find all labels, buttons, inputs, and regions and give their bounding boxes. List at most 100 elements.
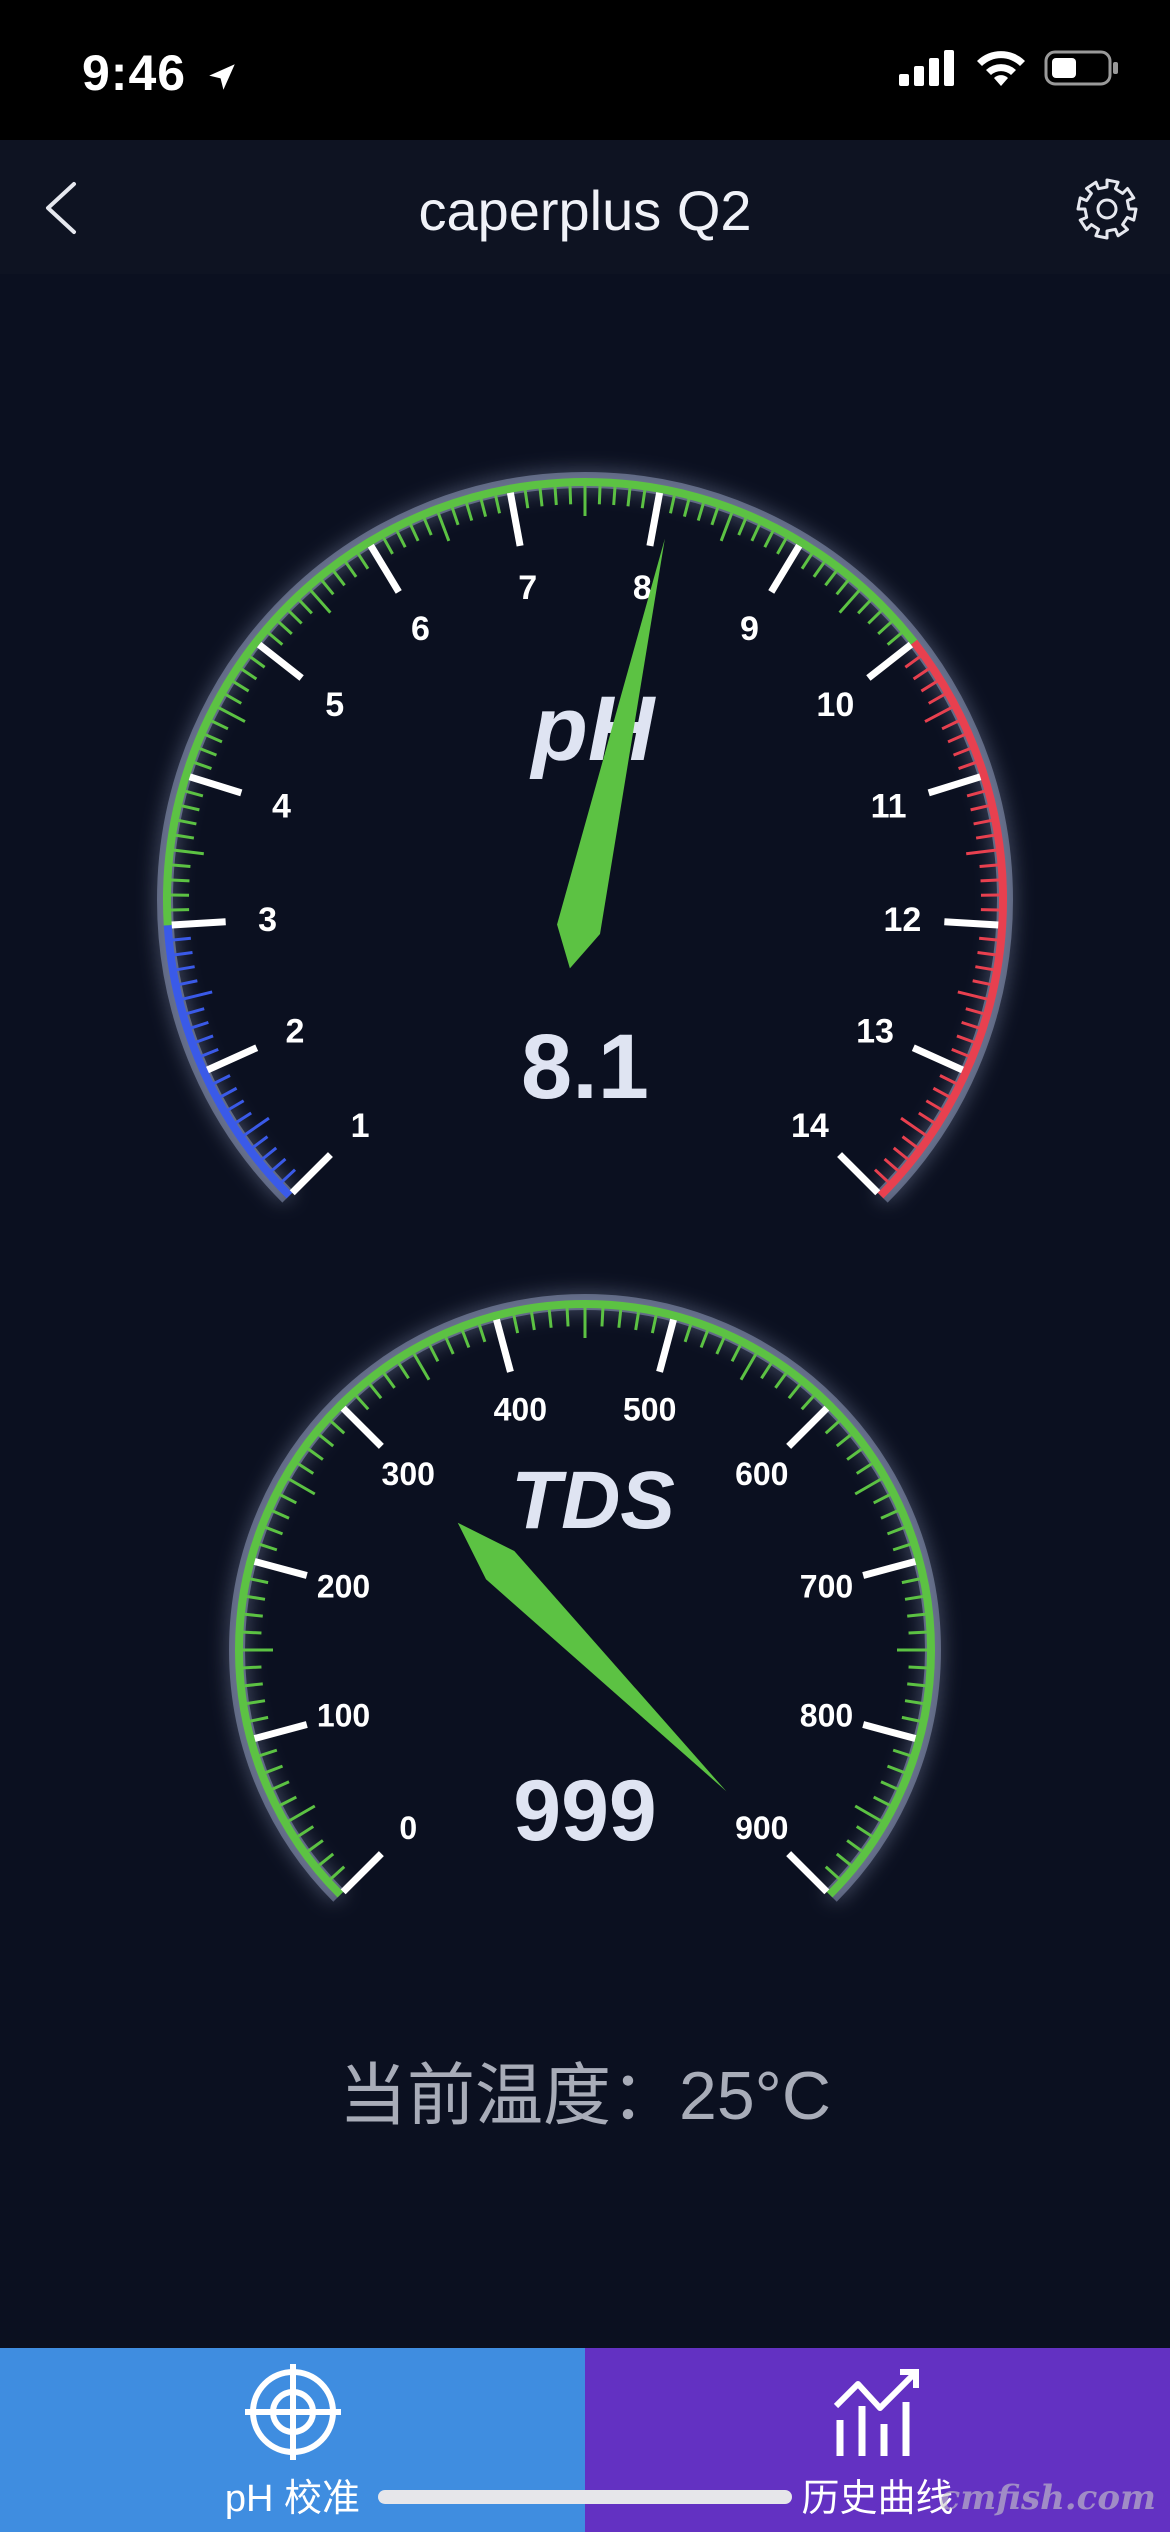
ph-minor-tick [220,1086,238,1099]
tds-minor-tick [329,1420,346,1435]
ph-minor-tick [332,570,346,587]
tds-minor-tick [271,1780,290,1791]
tds-minor-tick [854,1477,882,1496]
tds-tick-label: 900 [735,1810,788,1846]
ph-major-tick [768,543,803,594]
ph-minor-tick [979,936,998,942]
ph-minor-tick [947,733,966,744]
tds-minor-tick [547,1309,553,1328]
tds-minor-tick [634,1311,640,1331]
ph-minor-tick [176,965,195,972]
tds-minor-tick [908,1665,927,1670]
ph-minor-tick [422,517,433,536]
status-icons [899,48,1120,98]
ph-tick-label: 5 [325,686,344,724]
ph-minor-tick [267,631,284,646]
ph-minor-tick [553,486,558,506]
ph-minor-tick [835,579,850,596]
ph-major-tick [188,773,243,797]
tds-minor-tick [901,1577,920,1585]
ph-minor-tick [204,733,223,744]
ph-minor-tick [812,561,826,578]
tds-minor-tick [904,1699,924,1705]
tds-minor-tick [730,1344,742,1362]
tds-minor-tick [854,1804,882,1823]
ph-minor-tick [965,1007,984,1016]
ph-minor-tick [523,490,530,509]
ph-tick-label: 2 [286,1013,305,1051]
ph-minor-tick [873,1168,890,1184]
status-bar: 9:46 [0,0,1170,140]
tds-minor-tick [886,1526,905,1536]
ph-minor-tick [494,495,502,514]
tds-minor-tick [329,1865,346,1880]
ph-major-tick [646,492,664,547]
tds-tick-label: 500 [623,1392,676,1428]
home-indicator[interactable] [378,2490,792,2504]
ph-minor-tick [970,804,989,812]
ph-minor-tick [479,498,488,518]
ph-minor-tick [867,609,883,625]
tds-minor-tick [318,1852,335,1867]
ph-minor-tick [174,950,193,957]
ph-major-tick [944,918,999,929]
ph-minor-tick [932,1086,950,1099]
tds-minor-tick [846,1447,863,1461]
ph-minor-tick [925,1099,943,1112]
ph-minor-tick [668,495,676,514]
ph-minor-tick [172,936,191,942]
ph-minor-tick [185,789,204,798]
tds-minor-tick [279,1795,297,1807]
ph-minor-tick [436,512,451,542]
tds-minor-tick [901,1715,920,1723]
ph-minor-tick [904,655,921,669]
tds-minor-tick [397,1362,410,1380]
tds-minor-tick [307,1447,324,1461]
ph-minor-tick [966,789,985,798]
gear-icon [1076,178,1138,240]
ph-minor-tick [465,502,474,521]
tds-minor-tick [244,1612,263,1618]
tds-minor-tick [477,1324,487,1343]
ph-minor-tick [857,599,872,615]
ph-minor-tick [941,719,959,731]
ph-minor-tick [838,589,861,614]
ph-minor-tick [280,1168,297,1184]
tds-tick-label: 400 [494,1392,547,1428]
tds-minor-tick [886,1764,905,1774]
ph-minor-tick [190,1020,209,1030]
gear-hub [1096,198,1118,220]
tds-tick-label: 800 [800,1698,853,1734]
ph-minor-tick [199,747,218,757]
tds-major-tick [253,1558,308,1579]
tab-ph-calibration[interactable]: pH 校准 [0,2348,585,2532]
page-title: caperplus Q2 [418,179,752,242]
ph-tick-label: 6 [411,610,430,648]
tds-minor-tick [600,1308,605,1327]
ph-tick-label: 9 [740,610,759,648]
tds-minor-tick [250,1577,269,1585]
tds-minor-tick [318,1433,335,1448]
ph-tick-label: 10 [816,686,854,724]
ph-minor-tick [252,1135,269,1149]
tds-minor-tick [650,1315,658,1334]
ph-minor-tick [763,530,775,548]
ph-minor-tick [232,680,250,693]
ph-minor-tick [626,488,632,507]
ph-minor-tick [900,1116,927,1137]
ph-major-tick [367,543,402,594]
ph-tick-label: 14 [791,1107,829,1145]
ph-minor-tick [892,1146,909,1161]
ph-minor-tick [538,488,544,507]
ph-minor-tick [178,818,197,826]
tds-major-tick [786,1405,830,1449]
settings-button[interactable] [1074,176,1140,242]
tds-minor-tick [855,1462,873,1475]
crosshair-target-icon [244,2364,341,2460]
ph-minor-tick [173,848,204,856]
battery-icon [1044,50,1118,86]
tds-minor-tick [246,1595,266,1601]
ph-minor-tick [951,1047,970,1058]
tds-major-tick [340,1405,384,1449]
tds-major-tick [862,1558,917,1579]
